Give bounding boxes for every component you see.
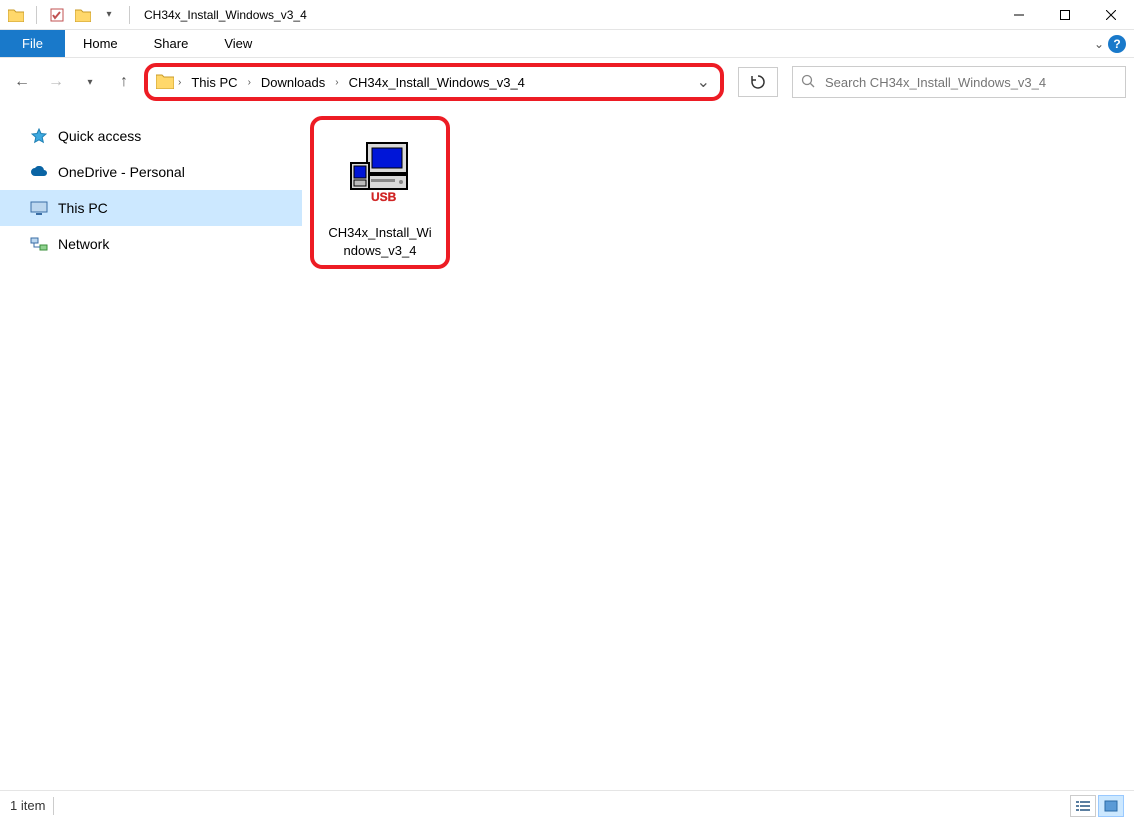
file-list-pane[interactable]: USB CH34x_Install_Wi ndows_v3_4 bbox=[302, 106, 1134, 790]
title-bar: ▾ CH34x_Install_Windows_v3_4 bbox=[0, 0, 1134, 30]
minimize-button[interactable] bbox=[996, 0, 1042, 30]
details-view-button[interactable] bbox=[1070, 795, 1096, 817]
separator bbox=[53, 797, 54, 815]
window-title: CH34x_Install_Windows_v3_4 bbox=[144, 8, 307, 22]
tab-share[interactable]: Share bbox=[136, 30, 207, 57]
breadcrumb-segment[interactable]: This PC bbox=[185, 67, 243, 97]
network-icon bbox=[30, 235, 48, 253]
address-dropdown-icon[interactable]: ⌄ bbox=[691, 72, 716, 92]
file-item[interactable]: USB CH34x_Install_Wi ndows_v3_4 bbox=[310, 116, 450, 269]
tab-home[interactable]: Home bbox=[65, 30, 136, 57]
ribbon-expand-icon[interactable]: ⌄ bbox=[1094, 37, 1104, 51]
item-count: 1 item bbox=[10, 798, 45, 813]
help-icon[interactable]: ? bbox=[1108, 35, 1126, 53]
breadcrumb-segment[interactable]: Downloads bbox=[255, 67, 331, 97]
up-button[interactable]: ↑ bbox=[110, 68, 138, 96]
breadcrumb-segment[interactable]: CH34x_Install_Windows_v3_4 bbox=[343, 67, 531, 97]
folder-icon bbox=[6, 5, 26, 25]
cloud-icon bbox=[30, 163, 48, 181]
navigation-pane: Quick access OneDrive - Personal This PC… bbox=[0, 106, 302, 790]
file-name-line: CH34x_Install_Wi bbox=[328, 224, 431, 242]
separator bbox=[129, 6, 130, 24]
back-button[interactable]: ← bbox=[8, 68, 36, 96]
refresh-button[interactable] bbox=[738, 67, 778, 97]
ribbon-tabs: File Home Share View ⌄ ? bbox=[0, 30, 1134, 58]
sidebar-item-quick-access[interactable]: Quick access bbox=[0, 118, 302, 154]
sidebar-item-label: Quick access bbox=[58, 128, 141, 144]
sidebar-item-network[interactable]: Network bbox=[0, 226, 302, 262]
quick-access-toolbar: ▾ bbox=[0, 5, 134, 25]
chevron-right-icon[interactable]: › bbox=[244, 77, 255, 88]
search-box[interactable] bbox=[792, 66, 1126, 98]
close-button[interactable] bbox=[1088, 0, 1134, 30]
address-bar[interactable]: › This PC › Downloads › CH34x_Install_Wi… bbox=[144, 63, 724, 101]
sidebar-item-onedrive[interactable]: OneDrive - Personal bbox=[0, 154, 302, 190]
chevron-right-icon[interactable]: › bbox=[174, 77, 185, 88]
large-icons-view-button[interactable] bbox=[1098, 795, 1124, 817]
navigation-row: ← → ▾ ↑ › This PC › Downloads › CH34x_In… bbox=[0, 58, 1134, 106]
maximize-button[interactable] bbox=[1042, 0, 1088, 30]
star-icon bbox=[30, 127, 48, 145]
tab-view[interactable]: View bbox=[206, 30, 270, 57]
file-name-line: ndows_v3_4 bbox=[344, 242, 417, 260]
search-input[interactable] bbox=[825, 75, 1117, 90]
svg-text:USB: USB bbox=[371, 190, 397, 204]
sidebar-item-label: OneDrive - Personal bbox=[58, 164, 185, 180]
status-bar: 1 item bbox=[0, 790, 1134, 820]
separator bbox=[36, 6, 37, 24]
folder-small-icon[interactable] bbox=[73, 5, 93, 25]
computer-icon bbox=[30, 199, 48, 217]
recent-locations-icon[interactable]: ▾ bbox=[76, 68, 104, 96]
properties-icon[interactable] bbox=[47, 5, 67, 25]
search-icon bbox=[801, 74, 815, 91]
folder-icon bbox=[156, 73, 174, 91]
chevron-right-icon[interactable]: › bbox=[331, 77, 342, 88]
tab-file[interactable]: File bbox=[0, 30, 65, 57]
sidebar-item-label: This PC bbox=[58, 200, 108, 216]
sidebar-item-this-pc[interactable]: This PC bbox=[0, 190, 302, 226]
qat-dropdown-icon[interactable]: ▾ bbox=[99, 5, 119, 25]
forward-button[interactable]: → bbox=[42, 68, 70, 96]
installer-usb-icon: USB bbox=[330, 126, 430, 218]
sidebar-item-label: Network bbox=[58, 236, 109, 252]
explorer-body: Quick access OneDrive - Personal This PC… bbox=[0, 106, 1134, 790]
